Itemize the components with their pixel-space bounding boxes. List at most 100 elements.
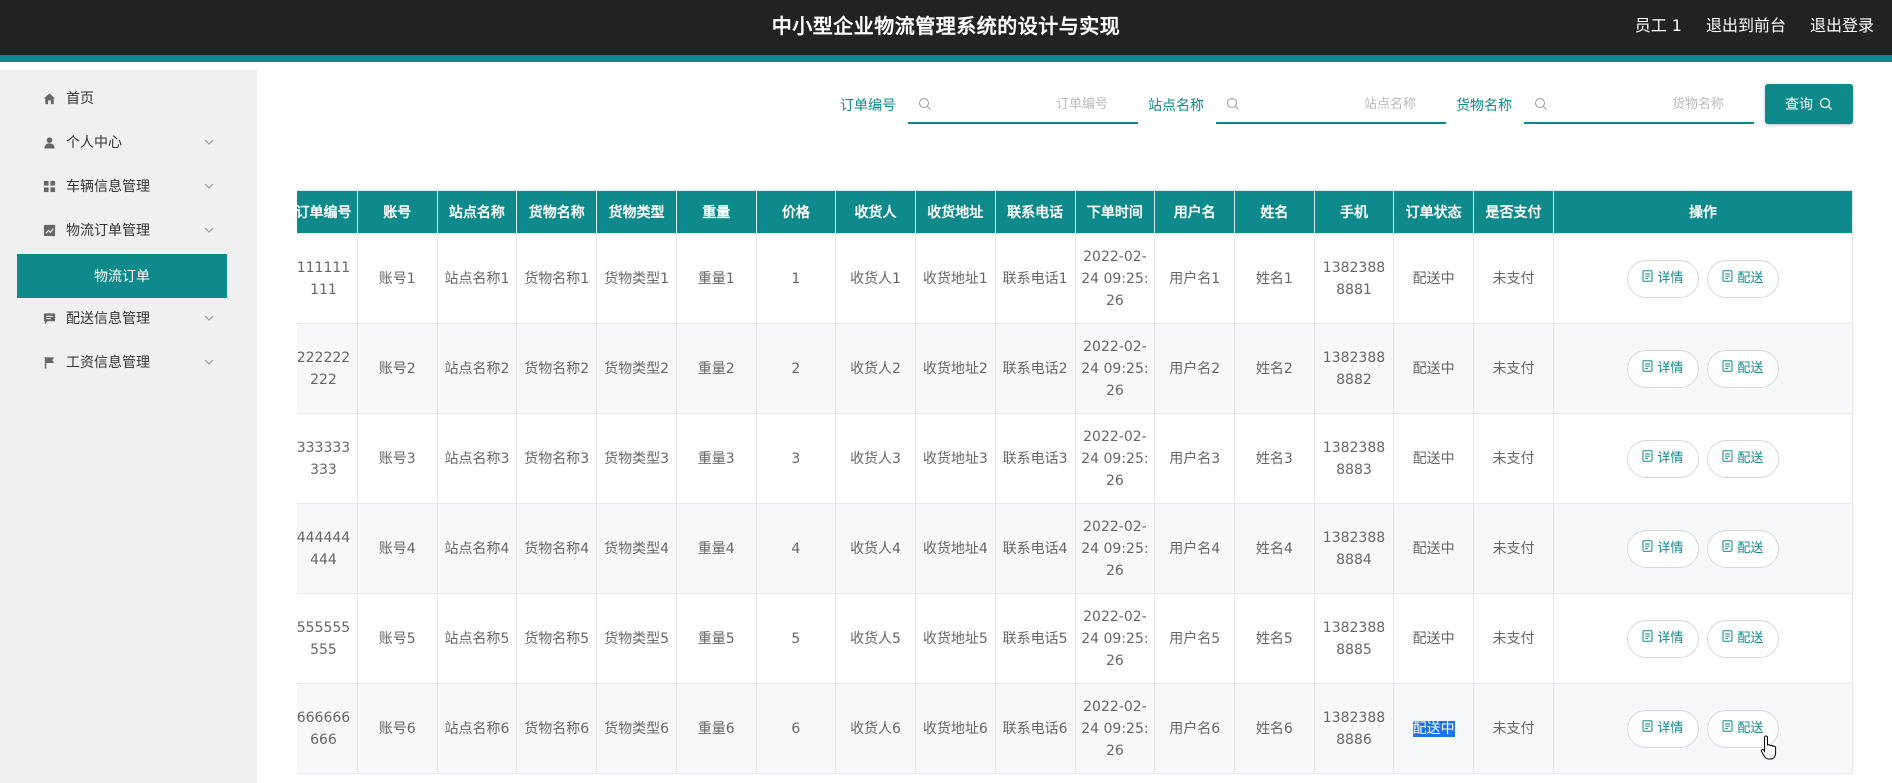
chevron-down-icon [204,183,214,189]
actions-cell: 详情 配送 [1552,323,1854,414]
station-search-field[interactable] [1216,86,1446,124]
document-icon [1722,358,1733,380]
deliver-button[interactable]: 配送 [1706,619,1779,658]
deliver-button[interactable]: 配送 [1706,439,1779,478]
receiver-cell: 收货人4 [835,503,916,594]
goods-search-field[interactable] [1524,86,1754,124]
column-header[interactable]: 重量 [675,190,757,234]
table-row[interactable]: 222222222 账号2 站点名称2 货物名称2 货物类型2 重量2 2 收货人2 收货地址2… [297,323,1854,414]
actions-group: 详情 配送 [1558,709,1848,748]
column-header[interactable]: 用户名 [1154,190,1236,234]
station-input[interactable] [1216,87,1446,121]
goods-cell: 货物名称1 [516,233,598,324]
table-header-row: 订单编号 账号 站点名称 货物名称 货物类型 重量 价格 收货人 收货地址 联系… [297,190,1854,234]
flag-icon [42,355,56,369]
detail-button-label: 详情 [1657,540,1684,556]
detail-button[interactable]: 详情 [1626,529,1699,568]
chevron-down-icon [204,359,214,365]
app-title: 中小型企业物流管理系统的设计与实现 [771,14,1121,38]
order-status-cell: 配送中 [1393,593,1475,684]
price-cell: 2 [755,323,837,414]
weight-cell: 重量6 [675,683,757,774]
goods-type-cell: 货物类型5 [596,593,677,684]
query-button[interactable]: 查询 [1765,84,1853,124]
order-table-container: 订单编号 账号 站点名称 货物名称 货物类型 重量 价格 收货人 收货地址 联系… [297,190,1861,783]
order-status-cell: 配送中 [1393,683,1475,774]
detail-button-label: 详情 [1657,270,1684,286]
column-header[interactable]: 下单时间 [1074,190,1156,234]
address-cell: 收货地址6 [914,683,996,774]
column-header[interactable]: 收货人 [835,190,916,234]
sidebar-item-order-management[interactable]: 物流订单管理 [0,208,257,252]
actions-cell: 详情 配送 [1552,503,1854,594]
account-cell: 账号2 [356,323,438,414]
goods-cell: 货物名称6 [516,683,598,774]
grid-icon [42,179,56,193]
column-header[interactable]: 订单状态 [1393,190,1475,234]
column-header[interactable]: 是否支付 [1473,190,1554,234]
column-header[interactable]: 账号 [356,190,438,234]
goods-type-cell: 货物类型6 [596,683,677,774]
table-row[interactable]: 555555555 账号5 站点名称5 货物名称5 货物类型5 重量5 5 收货人5 收货地址5… [297,593,1854,684]
order-no-search-field[interactable] [908,86,1138,124]
table-row[interactable]: 666666666 账号6 站点名称6 货物名称6 货物类型6 重量6 6 收货人6 收货地址6… [297,683,1854,774]
table-row[interactable]: 111111111 账号1 站点名称1 货物名称1 货物类型1 重量1 1 收货人1 收货地址1… [297,233,1854,324]
table-row[interactable]: 333333333 账号3 站点名称3 货物名称3 货物类型3 重量3 3 收货人3 收货地址3… [297,413,1854,504]
order-time-cell: 2022-02-24 09:25:26 [1074,233,1156,324]
name-cell: 姓名6 [1234,683,1315,774]
goods-type-cell: 货物类型1 [596,233,677,324]
column-header[interactable]: 姓名 [1234,190,1315,234]
sidebar-subitem-logistics-order[interactable]: 物流订单 [17,254,227,298]
sidebar-item-personal-center[interactable]: 个人中心 [0,120,257,164]
order-no-cell: 444444444 [297,503,358,594]
sidebar-item-salary-info[interactable]: 工资信息管理 [0,340,257,384]
goods-type-cell: 货物类型3 [596,413,677,504]
detail-button-label: 详情 [1657,630,1684,646]
goods-input[interactable] [1524,87,1754,121]
goods-type-cell: 货物类型2 [596,323,677,414]
table-row[interactable]: 444444444 账号4 站点名称4 货物名称4 货物类型4 重量4 4 收货人4 收货地址4… [297,503,1854,594]
deliver-button[interactable]: 配送 [1706,349,1779,388]
account-cell: 账号3 [356,413,438,504]
sidebar-item-vehicle-info[interactable]: 车辆信息管理 [0,164,257,208]
deliver-button[interactable]: 配送 [1706,529,1779,568]
mobile-cell: 13823888882 [1313,323,1395,414]
phone-cell: 联系电话4 [994,503,1076,594]
detail-button[interactable]: 详情 [1626,709,1699,748]
order-no-cell: 666666666 [297,683,358,774]
document-icon [1722,628,1733,650]
detail-button[interactable]: 详情 [1626,349,1699,388]
column-header[interactable]: 收货地址 [914,190,996,234]
document-icon [1722,448,1733,470]
deliver-button[interactable]: 配送 [1706,259,1779,298]
column-header[interactable]: 手机 [1313,190,1395,234]
order-no-cell: 333333333 [297,413,358,504]
document-icon [1642,448,1653,470]
sidebar-item-home[interactable]: 首页 [0,76,257,120]
actions-group: 详情 配送 [1558,529,1848,568]
receiver-cell: 收货人6 [835,683,916,774]
phone-cell: 联系电话5 [994,593,1076,684]
column-header[interactable]: 联系电话 [994,190,1076,234]
search-icon [918,97,931,110]
detail-button[interactable]: 详情 [1626,439,1699,478]
column-header[interactable]: 货物类型 [596,190,677,234]
column-header[interactable]: 价格 [755,190,837,234]
order-status-cell: 配送中 [1393,233,1475,324]
column-header[interactable]: 货物名称 [516,190,598,234]
goods-cell: 货物名称5 [516,593,598,684]
order-no-input[interactable] [908,87,1138,121]
column-header[interactable]: 站点名称 [436,190,518,234]
query-button-label: 查询 [1785,97,1813,113]
column-header[interactable]: 订单编号 [297,190,358,234]
detail-button[interactable]: 详情 [1626,619,1699,658]
current-user[interactable]: 员工 1 [1635,12,1682,36]
detail-button[interactable]: 详情 [1626,259,1699,298]
sidebar-item-label: 工资信息管理 [66,355,150,371]
sidebar-item-delivery-info[interactable]: 配送信息管理 [0,296,257,340]
payment-status-cell: 未支付 [1473,323,1554,414]
logout-link[interactable]: 退出登录 [1810,12,1874,36]
back-to-front-link[interactable]: 退出到前台 [1706,12,1786,36]
phone-cell: 联系电话3 [994,413,1076,504]
selected-text: 配送中 [1412,720,1455,737]
